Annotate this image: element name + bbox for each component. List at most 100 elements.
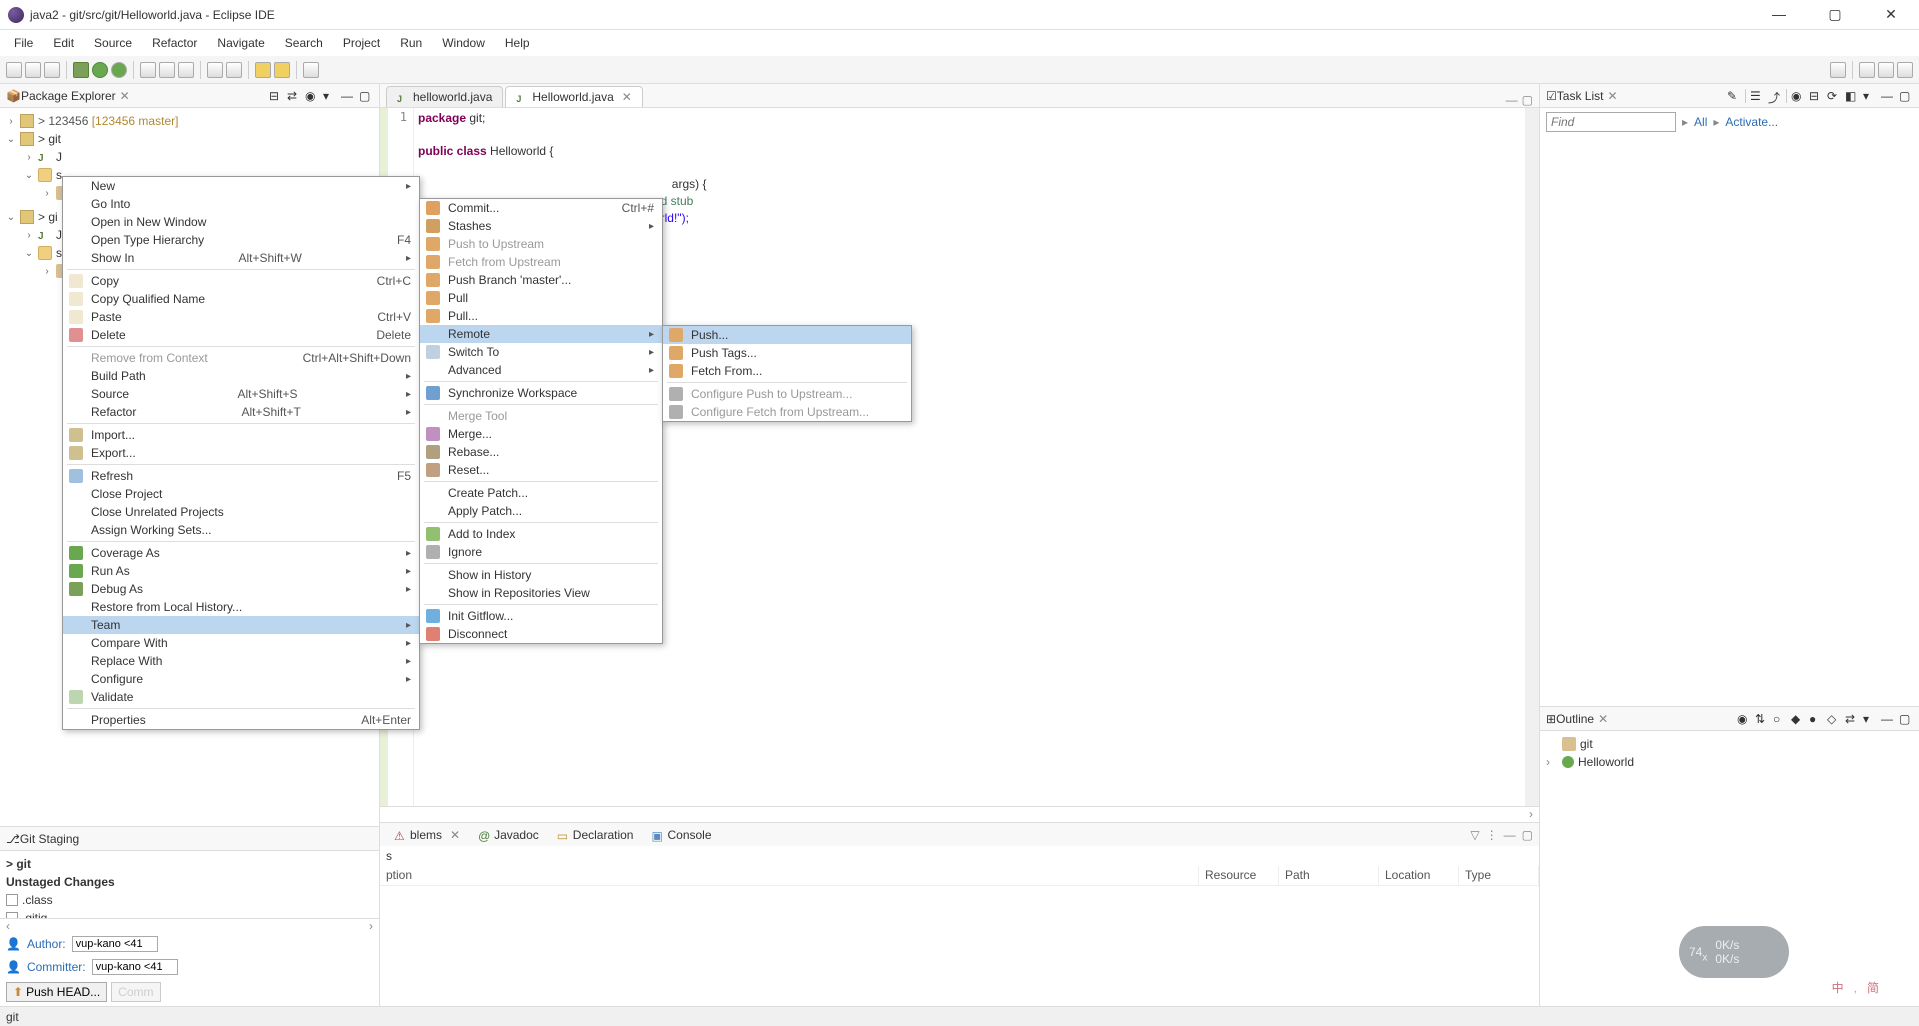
- hide-fields-icon[interactable]: ○: [1773, 712, 1787, 726]
- menu-item-source[interactable]: SourceAlt+Shift+S: [63, 385, 419, 403]
- col-resource[interactable]: Resource: [1199, 866, 1279, 885]
- menu-item-pull[interactable]: Pull: [420, 289, 662, 307]
- quickaccess-icon[interactable]: [1830, 62, 1846, 78]
- menu-item-import[interactable]: Import...: [63, 426, 419, 444]
- newpkg-icon[interactable]: [140, 62, 156, 78]
- menu-run[interactable]: Run: [390, 32, 432, 54]
- close-view-icon[interactable]: ✕: [1598, 712, 1608, 726]
- menu-item-commit[interactable]: Commit...Ctrl+#: [420, 199, 662, 217]
- save-icon[interactable]: [25, 62, 41, 78]
- scroll-right-icon[interactable]: ›: [363, 919, 379, 932]
- hide-icon[interactable]: ◧: [1845, 89, 1859, 103]
- outline-tree[interactable]: git ›Helloworld: [1540, 731, 1919, 775]
- menu-item-run-as[interactable]: Run As: [63, 562, 419, 580]
- menu-item-validate[interactable]: Validate: [63, 688, 419, 706]
- menu-item-copy[interactable]: CopyCtrl+C: [63, 272, 419, 290]
- perspective-java-icon[interactable]: [1859, 62, 1875, 78]
- collapse-all-icon[interactable]: ⊟: [269, 89, 283, 103]
- menu-window[interactable]: Window: [432, 32, 495, 54]
- menu-item-assign-working-sets[interactable]: Assign Working Sets...: [63, 521, 419, 539]
- menu-item-paste[interactable]: PasteCtrl+V: [63, 308, 419, 326]
- menu-help[interactable]: Help: [495, 32, 540, 54]
- tab-problems[interactable]: ⚠blems✕: [386, 825, 468, 845]
- new-task-icon[interactable]: ✎: [1727, 89, 1741, 103]
- menu-search[interactable]: Search: [275, 32, 333, 54]
- push-head-button[interactable]: ⬆ Push HEAD...: [6, 982, 107, 1002]
- menu-item-open-type-hierarchy[interactable]: Open Type HierarchyF4: [63, 231, 419, 249]
- menu-item-refresh[interactable]: RefreshF5: [63, 467, 419, 485]
- tab-declaration[interactable]: ▭Declaration: [549, 825, 642, 845]
- menu-item-reset[interactable]: Reset...: [420, 461, 662, 479]
- view-menu-icon[interactable]: ▾: [1863, 712, 1877, 726]
- menu-item-show-in[interactable]: Show InAlt+Shift+W: [63, 249, 419, 267]
- menu-item-show-in-repositories-view[interactable]: Show in Repositories View: [420, 584, 662, 602]
- minimize-view-icon[interactable]: —: [1881, 712, 1895, 726]
- menu-item-configure[interactable]: Configure: [63, 670, 419, 688]
- close-view-icon[interactable]: ✕: [1607, 89, 1617, 103]
- categorize-icon[interactable]: ☰: [1750, 89, 1764, 103]
- menu-item-export[interactable]: Export...: [63, 444, 419, 462]
- maximize-view-icon[interactable]: ▢: [1899, 712, 1913, 726]
- link-icon[interactable]: ⇄: [1845, 712, 1859, 726]
- hide-nonpublic-icon[interactable]: ●: [1809, 712, 1823, 726]
- menu-item-team[interactable]: Team: [63, 616, 419, 634]
- menu-item-compare-with[interactable]: Compare With: [63, 634, 419, 652]
- menu-item-go-into[interactable]: Go Into: [63, 195, 419, 213]
- schedule-icon[interactable]: ⤴: [1768, 89, 1782, 103]
- menu-item-properties[interactable]: PropertiesAlt+Enter: [63, 711, 419, 729]
- menu-item-push-tags[interactable]: Push Tags...: [663, 344, 911, 362]
- minimize-editor-icon[interactable]: —: [1506, 93, 1518, 107]
- menu-item-init-gitflow[interactable]: Init Gitflow...: [420, 607, 662, 625]
- focus-task-icon[interactable]: ◉: [305, 89, 319, 103]
- minimize-view-icon[interactable]: —: [341, 89, 355, 103]
- network-widget[interactable]: 74x 0K/s0K/s: [1679, 926, 1789, 978]
- close-tab-icon[interactable]: ✕: [622, 90, 632, 104]
- forward-icon[interactable]: [274, 62, 290, 78]
- menu-item-apply-patch[interactable]: Apply Patch...: [420, 502, 662, 520]
- hide-local-icon[interactable]: ◇: [1827, 712, 1841, 726]
- link-editor-icon[interactable]: ⇄: [287, 89, 301, 103]
- debug-icon[interactable]: [73, 62, 89, 78]
- newclass-icon[interactable]: [159, 62, 175, 78]
- menu-refactor[interactable]: Refactor: [142, 32, 207, 54]
- tab-console[interactable]: ▣Console: [643, 825, 719, 845]
- author-input[interactable]: [72, 936, 158, 952]
- menu-item-synchronize-workspace[interactable]: Synchronize Workspace: [420, 384, 662, 402]
- find-input[interactable]: [1546, 112, 1676, 132]
- col-location[interactable]: Location: [1379, 866, 1459, 885]
- menu-item-remote[interactable]: Remote: [420, 325, 662, 343]
- menu-item-switch-to[interactable]: Switch To: [420, 343, 662, 361]
- minimize-view-icon[interactable]: —: [1504, 828, 1516, 842]
- col-path[interactable]: Path: [1279, 866, 1379, 885]
- editor-tab[interactable]: Helloworld.java✕: [505, 86, 642, 107]
- menu-item-show-in-history[interactable]: Show in History: [420, 566, 662, 584]
- committer-input[interactable]: [92, 959, 178, 975]
- menu-file[interactable]: File: [4, 32, 43, 54]
- perspective-git-icon[interactable]: [1878, 62, 1894, 78]
- maximize-editor-icon[interactable]: ▢: [1522, 93, 1533, 107]
- maximize-button[interactable]: ▢: [1815, 6, 1855, 23]
- menu-item-close-project[interactable]: Close Project: [63, 485, 419, 503]
- menu-item-advanced[interactable]: Advanced: [420, 361, 662, 379]
- run-icon[interactable]: [92, 62, 108, 78]
- minimize-button[interactable]: —: [1759, 6, 1799, 23]
- close-view-icon[interactable]: ✕: [120, 89, 130, 103]
- hide-static-icon[interactable]: ◆: [1791, 712, 1805, 726]
- menu-item-merge[interactable]: Merge...: [420, 425, 662, 443]
- menu-navigate[interactable]: Navigate: [207, 32, 274, 54]
- menu-item-refactor[interactable]: RefactorAlt+Shift+T: [63, 403, 419, 421]
- menu-item-new[interactable]: New: [63, 177, 419, 195]
- filter-icon[interactable]: ▽: [1470, 828, 1479, 842]
- unstaged-file[interactable]: .class: [22, 893, 53, 907]
- menu-item-copy-qualified-name[interactable]: Copy Qualified Name: [63, 290, 419, 308]
- menu-item-push[interactable]: Push...: [663, 326, 911, 344]
- menu-edit[interactable]: Edit: [43, 32, 84, 54]
- crumb-all[interactable]: All: [1694, 115, 1707, 129]
- menu-item-pull[interactable]: Pull...: [420, 307, 662, 325]
- search-icon[interactable]: [207, 62, 223, 78]
- menu-item-delete[interactable]: DeleteDelete: [63, 326, 419, 344]
- menu-item-create-patch[interactable]: Create Patch...: [420, 484, 662, 502]
- sort-icon[interactable]: ⇅: [1755, 712, 1769, 726]
- editor-tab[interactable]: helloworld.java: [386, 86, 503, 107]
- saveall-icon[interactable]: [44, 62, 60, 78]
